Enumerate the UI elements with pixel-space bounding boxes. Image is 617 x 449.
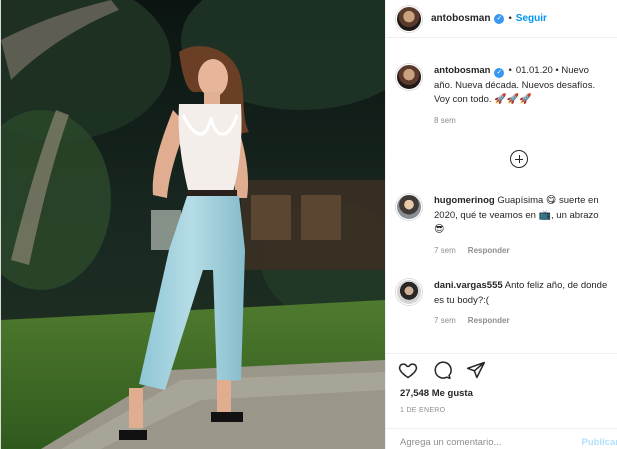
post-side-panel: antobosman ✓ • Seguir antobosman ✓ • 01.01.… [385,0,617,449]
verified-badge-icon: ✓ [494,13,505,24]
comment-username[interactable]: hugomerinog [434,195,495,206]
load-more-comments-icon[interactable] [510,150,528,168]
add-comment-bar: Publicar [386,428,617,449]
comments-list[interactable]: antobosman ✓ • 01.01.20 • Nuevo año. Nueva … [386,38,617,353]
caption-username[interactable]: antobosman [434,65,490,76]
post-actions: 27,548 Me gusta 1 DE ENERO [386,353,617,428]
likes-count[interactable]: 27,548 Me gusta [400,388,473,399]
comment-time[interactable]: 7 sem [434,314,456,329]
yum-emoji-icon: 😋 [545,195,557,206]
separator-dot: • [508,13,512,24]
comment-text: , un abrazo [551,209,599,221]
verified-badge-icon: ✓ [494,68,505,78]
comment-time[interactable]: 7 sem [434,244,456,259]
comment-body: hugomerinog Guapísima 😋 suerte en 2020, … [434,194,609,258]
comment-meta: 7 sem Responder [434,244,609,259]
comment-meta: 7 sem Responder [434,314,609,329]
reply-button[interactable]: Responder [468,244,510,259]
post-date[interactable]: 1 DE ENERO [400,407,445,414]
caption-avatar[interactable] [396,64,422,90]
comment-icon[interactable] [432,360,452,380]
sunglasses-emoji-icon: 😎 [434,224,445,235]
tv-emoji-icon: 📺 [538,209,552,221]
comment-item: dani.vargas555 Anto feliz año, de donde … [396,279,609,329]
caption-body: antobosman ✓ • 01.01.20 • Nuevo año. Nueva … [434,64,609,128]
comment-avatar[interactable] [396,194,422,220]
heart-icon[interactable] [398,360,418,380]
publish-button[interactable]: Publicar [582,437,617,448]
author-avatar[interactable] [396,5,422,32]
post-photo[interactable] [1,0,385,449]
comment-text: Guapísima [497,195,544,206]
post-header: antobosman ✓ • Seguir [386,0,617,38]
comment-item: hugomerinog Guapísima 😋 suerte en 2020, … [396,194,609,258]
share-icon[interactable] [466,360,486,380]
comment-input[interactable] [400,436,576,448]
reply-button[interactable]: Responder [468,314,510,329]
caption: antobosman ✓ • 01.01.20 • Nuevo año. Nueva … [396,64,609,128]
caption-time[interactable]: 8 sem [434,114,456,129]
author-username[interactable]: antobosman [431,13,490,24]
rocket-emoji-icon: 🚀🚀🚀 [494,94,532,105]
caption-meta: 8 sem [434,114,609,129]
follow-button[interactable]: Seguir [516,13,547,24]
separator-dot: • [508,65,512,76]
post-photo-image [1,0,385,449]
comment-avatar[interactable] [396,279,422,305]
comment-body: dani.vargas555 Anto feliz año, de donde … [434,279,609,329]
comment-username[interactable]: dani.vargas555 [434,280,503,291]
action-icons [398,360,486,380]
instagram-post-modal: antobosman ✓ • Seguir antobosman ✓ • 01.01.… [0,0,617,449]
